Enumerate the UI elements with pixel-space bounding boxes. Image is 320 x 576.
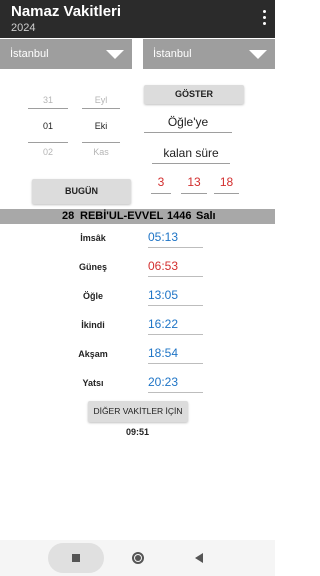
app-subtitle: 2024 (11, 22, 36, 34)
countdown-hours-value: 3 (157, 175, 165, 189)
underline (148, 305, 203, 306)
triangle-left-icon[interactable] (195, 553, 203, 563)
month-prev[interactable]: Eyl (82, 95, 120, 105)
hijri-month: REBİ'UL-EVVEL (80, 210, 164, 222)
countdown-remaining-label: kalan süre (152, 146, 230, 164)
more-vert-icon[interactable] (261, 10, 267, 28)
underline (144, 132, 232, 133)
countdown-hours: 3 (151, 175, 171, 194)
underline (148, 392, 203, 393)
countdown-remaining-text: kalan süre (163, 146, 219, 160)
prayer-time-value: 05:13 (148, 230, 179, 244)
city-selector-left[interactable]: İstanbul (0, 39, 132, 69)
today-button[interactable]: BUGÜN (32, 179, 131, 204)
prayer-time-value: 18:54 (148, 346, 179, 360)
current-clock: 09:51 (126, 427, 150, 437)
month-current[interactable]: Eki (82, 121, 120, 131)
prayer-time-yatsi: 20:23 (148, 375, 203, 393)
countdown-minutes: 13 (181, 175, 207, 194)
prayer-time-imsak: 05:13 (148, 230, 203, 248)
city-selector-left-value: İstanbul (10, 48, 49, 60)
prayer-time-value: 13:05 (148, 288, 179, 302)
city-selector-right[interactable]: İstanbul (143, 39, 275, 69)
day-picker[interactable]: 31 01 02 (28, 92, 68, 157)
underline (148, 276, 203, 277)
weekday: Salı (196, 210, 216, 222)
countdown-target-text: Öğle'ye (167, 115, 209, 129)
prayer-name-gunes: Güneş (78, 262, 107, 272)
month-picker[interactable]: Eyl Eki Kas (82, 92, 120, 157)
prayer-time-value: 16:22 (148, 317, 179, 331)
prayer-time-ikindi: 16:22 (148, 317, 203, 335)
triangle-down-icon (249, 50, 267, 59)
day-prev[interactable]: 31 (28, 95, 68, 105)
countdown-minutes-value: 13 (187, 175, 201, 189)
countdown-seconds-value: 18 (219, 175, 234, 189)
underline (152, 163, 230, 164)
prayer-name-imsak: İmsâk (80, 233, 106, 243)
month-divider-top (82, 108, 120, 109)
day-next[interactable]: 02 (28, 147, 68, 157)
prayer-time-value: 06:53 (148, 259, 179, 273)
prayer-time-value: 20:23 (148, 375, 179, 389)
prayer-name-yatsi: Yatsı (82, 378, 104, 388)
underline (148, 247, 203, 248)
prayer-time-ogle: 13:05 (148, 288, 203, 306)
square-icon[interactable] (72, 554, 80, 562)
city-selector-right-value: İstanbul (153, 48, 192, 60)
hijri-day: 28 (62, 210, 75, 222)
underline (181, 193, 207, 194)
day-divider-top (28, 108, 68, 109)
show-button[interactable]: GÖSTER (144, 85, 244, 104)
prayer-name-ikindi: İkindi (81, 320, 105, 330)
prayer-name-aksam: Akşam (78, 349, 108, 359)
prayer-time-aksam: 18:54 (148, 346, 203, 364)
prayer-time-gunes: 06:53 (148, 259, 203, 277)
underline (214, 193, 239, 194)
underline (151, 193, 171, 194)
other-times-button[interactable]: DİĞER VAKİTLER İÇİN (88, 401, 188, 422)
triangle-down-icon (106, 50, 124, 59)
app-title: Namaz Vakitleri (11, 3, 122, 20)
prayer-name-ogle: Öğle (82, 291, 103, 301)
month-divider-bottom (82, 142, 120, 143)
hijri-date-bar: 28 REBİ'UL-EVVEL 1446 Salı (0, 209, 275, 224)
underline (148, 334, 203, 335)
underline (148, 363, 203, 364)
app-bar: Namaz Vakitleri 2024 (0, 0, 275, 38)
hijri-year: 1446 (167, 210, 192, 222)
month-next[interactable]: Kas (82, 147, 120, 157)
circle-icon[interactable] (132, 552, 144, 564)
day-current[interactable]: 01 (28, 121, 68, 131)
day-divider-bottom (28, 142, 68, 143)
countdown-target-label: Öğle'ye (144, 115, 232, 133)
countdown-seconds: 18 (214, 175, 239, 194)
